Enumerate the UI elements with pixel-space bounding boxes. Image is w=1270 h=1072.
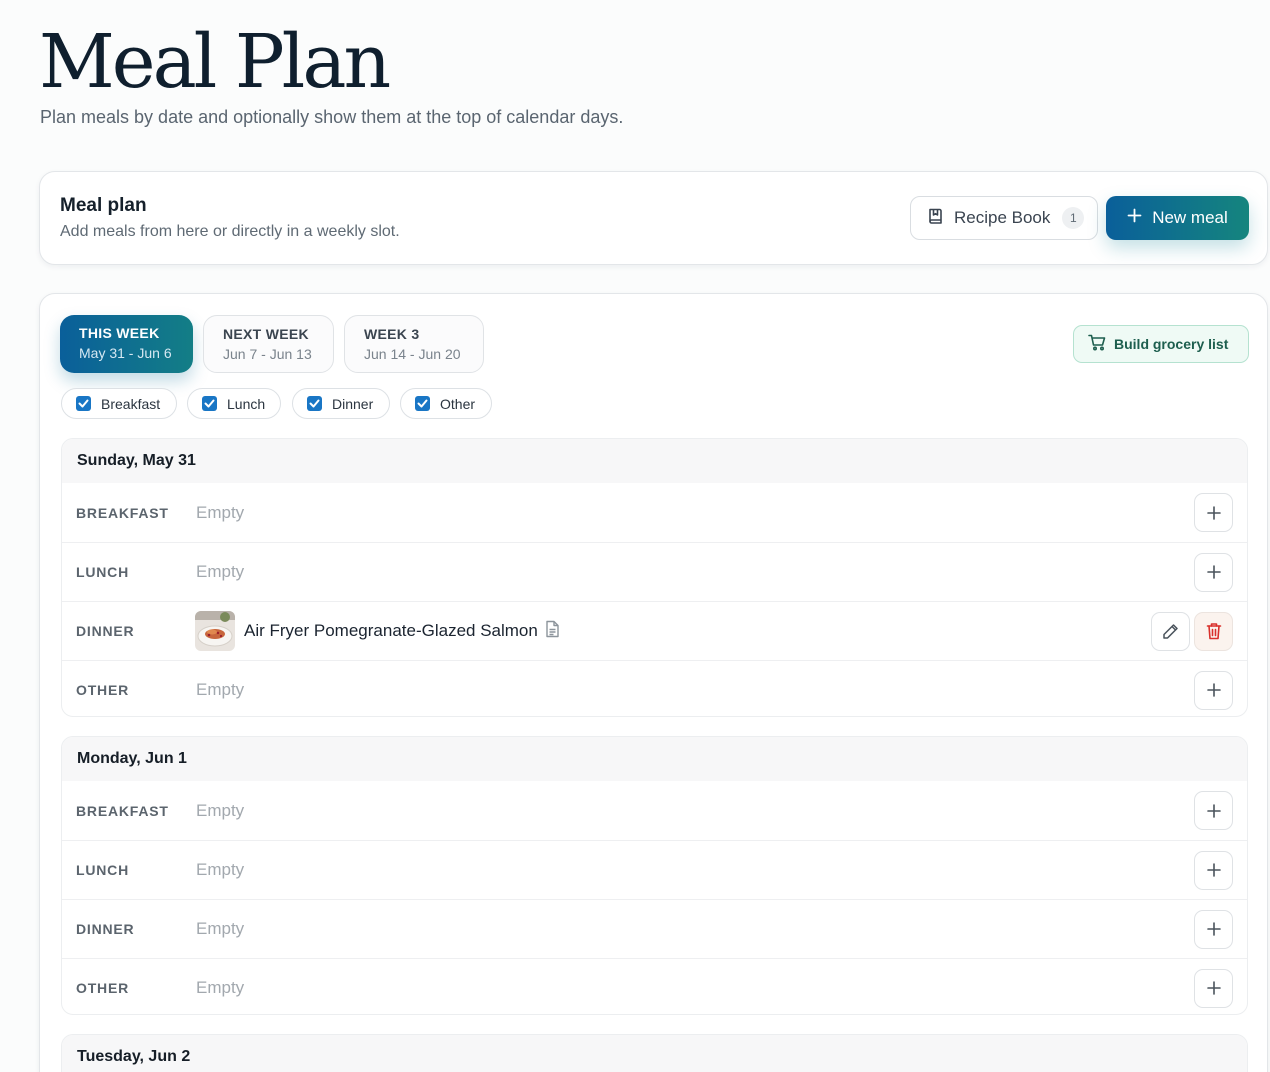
tab-label: NEXT WEEK: [223, 326, 309, 342]
add-meal-button[interactable]: [1194, 850, 1233, 890]
add-meal-button[interactable]: [1194, 909, 1233, 949]
page-subtitle: Plan meals by date and optionally show t…: [40, 107, 624, 127]
slot-label: DINNER: [76, 623, 135, 639]
delete-meal-button[interactable]: [1194, 611, 1233, 651]
slot-dinner: DINNER Air Fryer Pomegranate-Glazed Salm…: [62, 601, 1247, 660]
meal-name[interactable]: Air Fryer Pomegranate-Glazed Salmon: [244, 621, 538, 641]
header-description: Add meals from here or directly in a wee…: [60, 223, 400, 240]
slot-empty-text: Empty: [196, 978, 245, 997]
day-header: Sunday, May 31: [62, 439, 1247, 483]
plus-icon: [1206, 981, 1221, 995]
recipe-book-button[interactable]: Recipe Book 1: [910, 196, 1098, 240]
weekly-plan-card: THIS WEEK May 31 - Jun 6 NEXT WEEK Jun 7…: [39, 293, 1268, 1072]
book-icon: [927, 207, 944, 230]
trash-icon: [1206, 623, 1221, 640]
plus-icon: [1206, 505, 1221, 520]
recipe-count-badge: 1: [1062, 207, 1085, 229]
slot-lunch: LUNCH Empty: [62, 840, 1247, 899]
plus-icon: [1206, 803, 1221, 818]
page-title: Meal Plan: [39, 19, 391, 105]
checkbox-checked-icon[interactable]: [76, 396, 91, 411]
day-header: Monday, Jun 1: [62, 737, 1247, 781]
filter-other[interactable]: Other: [400, 388, 492, 419]
filter-breakfast[interactable]: Breakfast: [61, 388, 177, 419]
slot-empty-text: Empty: [196, 562, 245, 581]
add-meal-button[interactable]: [1194, 552, 1233, 592]
checkbox-checked-icon[interactable]: [415, 396, 430, 411]
add-meal-button[interactable]: [1194, 670, 1233, 710]
checkbox-checked-icon[interactable]: [307, 396, 322, 411]
tab-range: May 31 - Jun 6: [79, 345, 172, 361]
tab-label: WEEK 3: [364, 326, 420, 342]
meal-plan-header-card: Meal plan Add meals from here or directl…: [39, 171, 1268, 265]
day-header: Tuesday, Jun 2: [62, 1035, 1247, 1072]
slot-label: BREAKFAST: [76, 504, 169, 521]
tab-label: THIS WEEK: [79, 325, 160, 341]
slot-empty-text: Empty: [196, 502, 245, 522]
tab-range: Jun 7 - Jun 13: [223, 346, 312, 362]
recipe-book-label: Recipe Book: [954, 208, 1051, 227]
tab-next-week[interactable]: NEXT WEEK Jun 7 - Jun 13: [203, 315, 334, 373]
add-meal-button[interactable]: [1194, 968, 1233, 1008]
cart-icon: [1088, 334, 1106, 354]
slot-empty-text: Empty: [196, 860, 245, 879]
slot-label: LUNCH: [76, 564, 129, 580]
plus-icon: [1127, 208, 1142, 228]
slot-breakfast: BREAKFAST Empty: [62, 781, 1247, 840]
new-meal-label: New meal: [1152, 208, 1228, 227]
slot-empty-text: Empty: [196, 680, 245, 699]
slot-label: OTHER: [76, 980, 129, 996]
plus-icon: [1206, 683, 1221, 697]
slot-other: OTHER Empty: [62, 958, 1247, 1014]
plus-icon: [1206, 565, 1221, 579]
tab-week-3[interactable]: WEEK 3 Jun 14 - Jun 20: [344, 315, 484, 373]
grocery-label: Build grocery list: [1114, 336, 1229, 352]
day-sunday-may-31: Sunday, May 31 BREAKFAST Empty LUNCH Emp…: [61, 438, 1248, 717]
filter-lunch[interactable]: Lunch: [187, 388, 281, 419]
slot-empty-text: Empty: [196, 919, 245, 938]
slot-label: OTHER: [76, 682, 129, 698]
slot-empty-text: Empty: [196, 800, 245, 820]
tab-this-week[interactable]: THIS WEEK May 31 - Jun 6: [60, 315, 193, 373]
slot-other: OTHER Empty: [62, 660, 1247, 716]
slot-dinner: DINNER Empty: [62, 899, 1247, 958]
plus-icon: [1206, 922, 1221, 936]
filter-label: Lunch: [227, 395, 266, 412]
slot-label: LUNCH: [76, 862, 129, 878]
plus-icon: [1206, 863, 1221, 877]
build-grocery-list-button[interactable]: Build grocery list: [1073, 325, 1249, 363]
filter-label: Dinner: [332, 395, 374, 412]
new-meal-button[interactable]: New meal: [1106, 196, 1249, 240]
filter-dinner[interactable]: Dinner: [292, 388, 390, 419]
header-title: Meal plan: [60, 195, 147, 216]
edit-meal-button[interactable]: [1151, 611, 1190, 651]
slot-lunch: LUNCH Empty: [62, 542, 1247, 601]
tab-range: Jun 14 - Jun 20: [364, 346, 461, 362]
slot-breakfast: BREAKFAST Empty: [62, 483, 1247, 542]
pencil-icon: [1163, 623, 1178, 639]
add-meal-button[interactable]: [1194, 791, 1233, 830]
day-tuesday-jun-2: Tuesday, Jun 2: [61, 1034, 1248, 1072]
document-icon[interactable]: [545, 620, 560, 643]
filter-label: Other: [440, 395, 476, 412]
slot-label: BREAKFAST: [76, 802, 169, 819]
checkbox-checked-icon[interactable]: [202, 396, 217, 411]
day-monday-jun-1: Monday, Jun 1 BREAKFAST Empty LUNCH Empt…: [61, 736, 1248, 1015]
add-meal-button[interactable]: [1194, 493, 1233, 532]
filter-label: Breakfast: [101, 395, 161, 412]
meal-thumbnail: [195, 611, 235, 651]
slot-label: DINNER: [76, 921, 135, 937]
